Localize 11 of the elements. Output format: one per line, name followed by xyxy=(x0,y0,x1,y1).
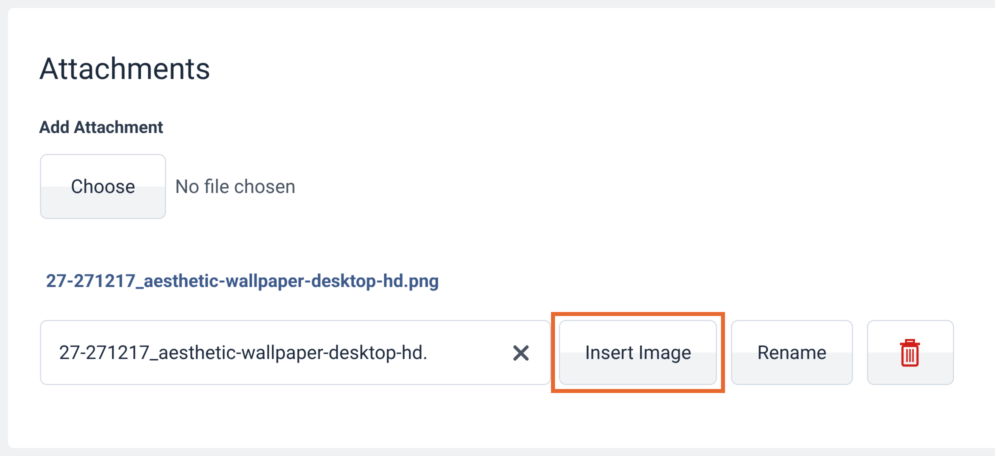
insert-image-button[interactable]: Insert Image xyxy=(559,320,718,385)
rename-button[interactable]: Rename xyxy=(731,320,853,385)
file-status: No file chosen xyxy=(175,175,296,198)
close-icon[interactable] xyxy=(512,344,530,362)
attachment-link[interactable]: 27-271217_aesthetic-wallpaper-desktop-hd.png xyxy=(46,271,440,292)
section-title: Attachments xyxy=(39,52,212,88)
trash-icon xyxy=(899,338,922,366)
delete-button[interactable] xyxy=(866,320,954,385)
choose-file-button[interactable]: Choose xyxy=(40,154,166,219)
field-label: Add Attachment xyxy=(39,118,164,138)
filename-field[interactable]: 27-271217_aesthetic-wallpaper-desktop-hd. xyxy=(40,320,551,385)
